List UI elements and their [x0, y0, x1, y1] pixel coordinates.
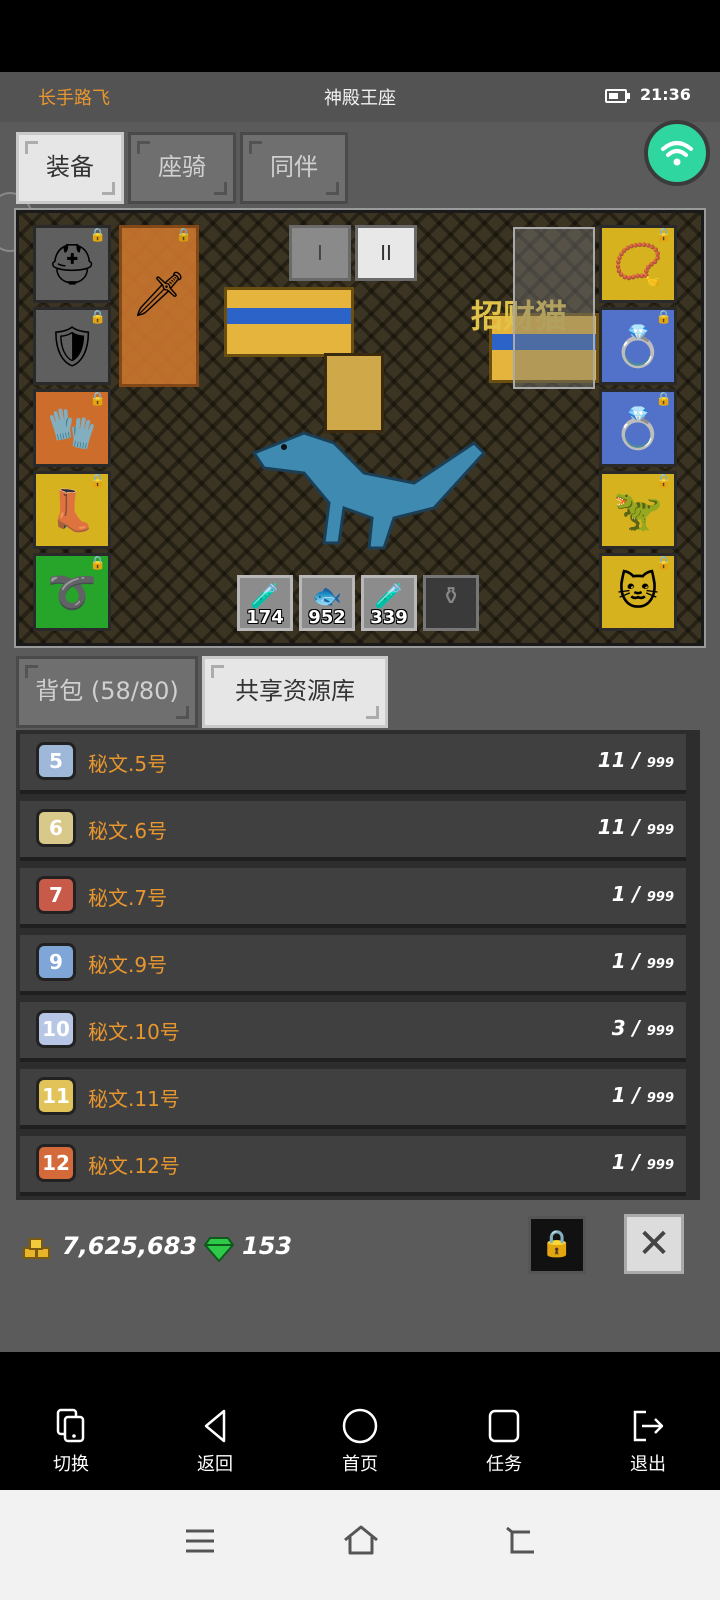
tab-shared-storage[interactable]: 共享资源库	[202, 656, 388, 728]
system-nav-bar	[0, 1490, 720, 1600]
tab-backpack[interactable]: 背包 (58/80)	[16, 656, 198, 728]
rune-9-icon: 9	[36, 943, 76, 981]
lock-icon: 🔒	[89, 310, 106, 325]
gold-icon	[23, 1238, 50, 1259]
close-button[interactable]: ✕	[624, 1214, 684, 1274]
menu-icon[interactable]	[184, 1528, 216, 1554]
rune-7-icon: 7	[36, 876, 76, 914]
nav-tasks[interactable]: 任务	[459, 1408, 549, 1476]
treasure-chest-left	[224, 287, 354, 357]
slot-gloves[interactable]: 🧤 🔒	[33, 389, 111, 467]
gem-amount: 153	[242, 1232, 293, 1260]
nav-exit[interactable]: 退出	[603, 1408, 693, 1476]
sword-icon: 🗡	[131, 269, 187, 320]
lock-icon: 🔒	[655, 474, 672, 489]
close-icon: ✕	[637, 1221, 671, 1267]
list-item[interactable]: 6 秘文.6号 11 / 999	[20, 801, 686, 861]
resource-list: 5 秘文.5号 11 / 999 6 秘文.6号 11 / 999 7 秘文.7…	[16, 730, 700, 1200]
lock-icon: 🔒	[655, 228, 672, 243]
lock-icon: 🔒	[655, 392, 672, 407]
tab-mount[interactable]: 座骑	[128, 132, 236, 204]
tab-equipment[interactable]: 装备	[16, 132, 124, 204]
potion-icon: 🧪	[250, 582, 280, 610]
top-bar: 长手路飞 神殿王座 21:36	[0, 72, 720, 122]
lock-icon: 🔒	[655, 310, 672, 325]
list-item[interactable]: 10 秘文.10号 3 / 999	[20, 1002, 686, 1062]
home-icon[interactable]	[342, 1524, 380, 1556]
lock-icon: 🔒	[655, 556, 672, 571]
back-icon	[204, 1409, 226, 1443]
slot-helmet[interactable]: ⛑ 🔒	[33, 225, 111, 303]
lock-icon: 🔒	[89, 392, 106, 407]
rune-10-icon: 10	[36, 1010, 76, 1048]
list-item[interactable]: 11 秘文.11号 1 / 999	[20, 1069, 686, 1129]
lock-icon: 🔒	[175, 228, 192, 243]
consumable-fish[interactable]: 🐟 952	[299, 575, 355, 631]
slot-ring-1[interactable]: 💍 🔒	[599, 307, 677, 385]
rune-6-icon: 6	[36, 809, 76, 847]
fish-icon: 🐟	[312, 582, 342, 610]
slot-armor[interactable]: 🛡 🔒	[33, 307, 111, 385]
battery-icon	[605, 89, 630, 103]
character-scene: 招财猫 ⛑ 🔒 🛡 🔒 🧤 🔒 👢 🔒 ➰ 🔒 🗡 🔒 I II 📿 🔒 💍 🔒…	[14, 208, 706, 648]
wifi-icon	[661, 141, 693, 166]
list-item[interactable]: 9 秘文.9号 1 / 999	[20, 935, 686, 995]
gem-icon	[204, 1237, 234, 1262]
jar-icon: ⚱	[440, 582, 462, 610]
lock-icon: 🔒	[89, 228, 106, 243]
slot-weapon[interactable]: 🗡 🔒	[119, 225, 199, 387]
rune-12-icon: 12	[36, 1144, 76, 1182]
slot-mount[interactable]: 🦖 🔒	[599, 471, 677, 549]
hero-character-icon	[324, 353, 384, 433]
consumable-empty[interactable]: ⚱	[423, 575, 479, 631]
wifi-button[interactable]	[644, 120, 710, 186]
list-item[interactable]: 7 秘文.7号 1 / 999	[20, 868, 686, 928]
currency-bar: 7,625,683 153 🔒 ✕	[0, 1212, 720, 1282]
consumable-potion-2[interactable]: 🧪 339	[361, 575, 417, 631]
lock-icon: 🔒	[89, 474, 106, 489]
page-button-2[interactable]: II	[355, 225, 417, 281]
switch-icon	[56, 1408, 85, 1443]
page-button-1[interactable]: I	[289, 225, 351, 281]
slot-pet[interactable]: 🐱 🔒	[599, 553, 677, 631]
dinosaur-mount-icon	[251, 431, 487, 550]
empty-slot-placeholder	[513, 227, 595, 389]
slot-boots[interactable]: 👢 🔒	[33, 471, 111, 549]
lock-button[interactable]: 🔒	[528, 1216, 586, 1274]
lock-icon: 🔒	[89, 556, 106, 571]
clock: 21:36	[640, 85, 691, 104]
rune-11-icon: 11	[36, 1077, 76, 1115]
slot-belt[interactable]: ➰ 🔒	[33, 553, 111, 631]
list-item[interactable]: 12 秘文.12号 1 / 999	[20, 1136, 686, 1196]
back-arrow-icon[interactable]	[504, 1526, 538, 1556]
nav-home[interactable]: 首页	[315, 1408, 405, 1476]
slot-ring-2[interactable]: 💍 🔒	[599, 389, 677, 467]
task-square-icon	[488, 1409, 520, 1443]
list-item[interactable]: 5 秘文.5号 11 / 999	[20, 734, 686, 794]
gold-amount: 7,625,683	[62, 1232, 198, 1260]
nav-back[interactable]: 返回	[170, 1408, 260, 1476]
exit-icon	[633, 1410, 664, 1442]
bottom-nav: 切换 返回 首页 任务 退出	[0, 1400, 720, 1490]
potion-icon: 🧪	[374, 582, 404, 610]
rune-5-icon: 5	[36, 742, 76, 780]
slot-necklace[interactable]: 📿 🔒	[599, 225, 677, 303]
nav-switch[interactable]: 切换	[26, 1408, 116, 1476]
lock-icon: 🔒	[540, 1229, 574, 1259]
home-circle-icon	[342, 1408, 378, 1444]
game-window: 长手路飞 神殿王座 21:36 装备 座骑 同伴 招财猫 ⛑ 🔒 🛡 🔒 🧤 🔒…	[0, 72, 720, 1352]
tab-companion[interactable]: 同伴	[240, 132, 348, 204]
consumable-potion-1[interactable]: 🧪 174	[237, 575, 293, 631]
